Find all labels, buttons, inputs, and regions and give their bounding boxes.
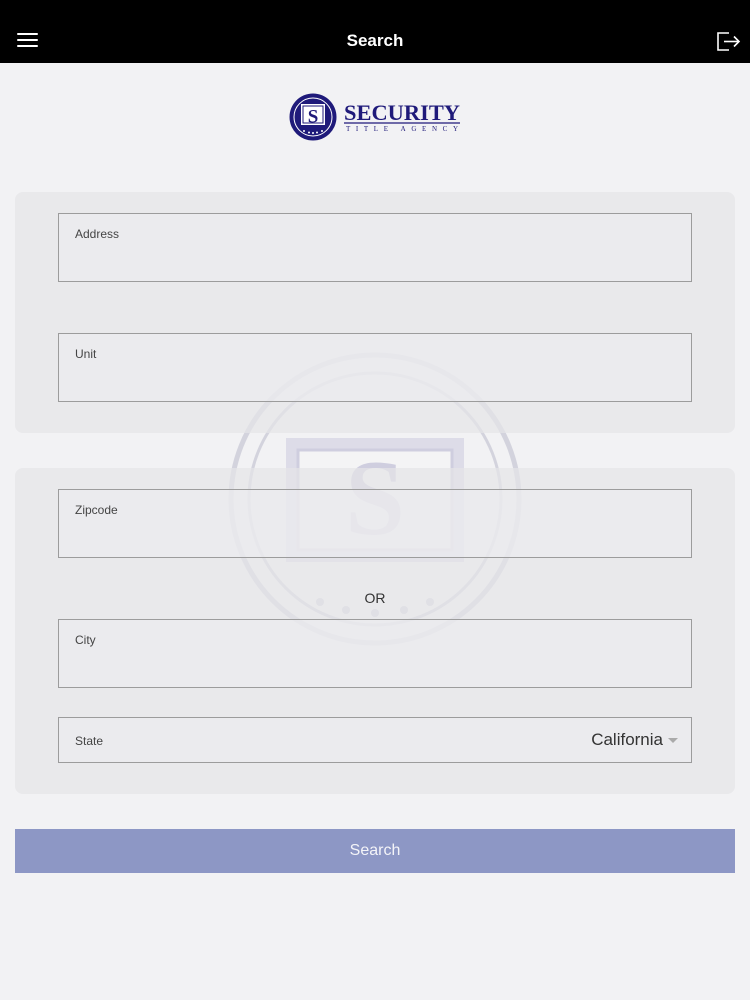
or-separator: OR xyxy=(364,590,386,606)
chevron-down-icon xyxy=(668,738,678,743)
logout-icon[interactable] xyxy=(715,29,741,53)
logo-tagline: TITLE AGENCY xyxy=(346,125,458,133)
unit-field[interactable]: Unit xyxy=(58,333,692,402)
logo-name: SECURITY xyxy=(344,100,460,125)
zipcode-label: Zipcode xyxy=(75,503,118,517)
city-input[interactable] xyxy=(75,652,675,678)
unit-input[interactable] xyxy=(75,366,675,392)
city-field[interactable]: City xyxy=(58,619,692,688)
unit-label: Unit xyxy=(75,347,97,361)
state-selected-value: California xyxy=(591,730,663,749)
zipcode-field[interactable]: Zipcode xyxy=(58,489,692,558)
top-navigation-bar: Search xyxy=(0,0,750,63)
address-field[interactable]: Address xyxy=(58,213,692,282)
address-label: Address xyxy=(75,227,120,241)
state-select[interactable]: State California xyxy=(58,717,692,763)
address-input[interactable] xyxy=(75,246,675,272)
logo-letter: S xyxy=(308,107,319,128)
security-title-agency-logo: S SECURITY TITLE AGENCY xyxy=(288,92,464,144)
zipcode-input[interactable] xyxy=(75,522,675,548)
search-button[interactable]: Search xyxy=(15,829,735,873)
state-label: State xyxy=(75,734,104,748)
page-title: Search xyxy=(346,31,404,50)
city-label: City xyxy=(75,633,96,647)
